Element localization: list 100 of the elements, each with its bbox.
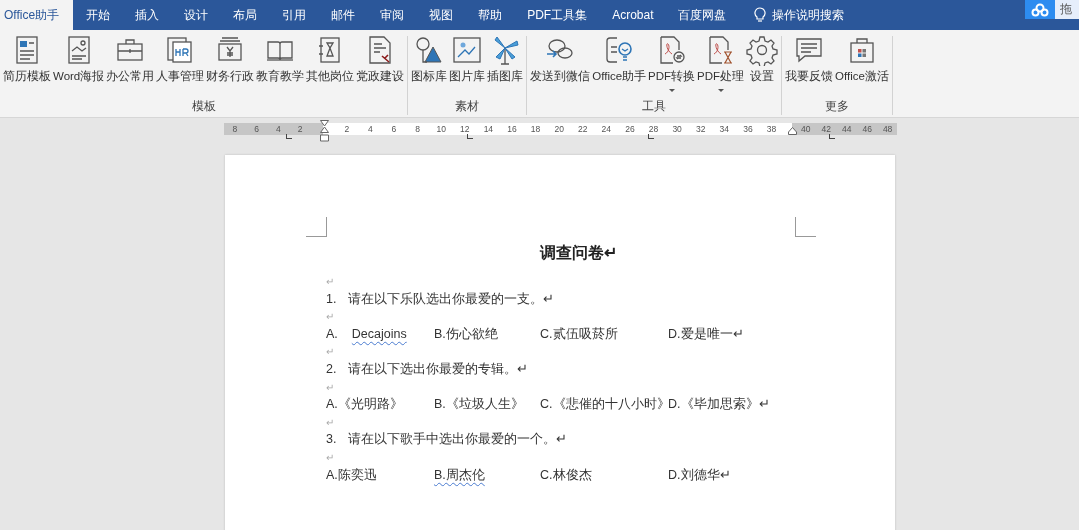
tell-me-search[interactable]: 操作说明搜索	[748, 0, 851, 30]
ribbon-tab[interactable]: 开始	[73, 0, 123, 30]
paragraph-mark: ↵	[326, 276, 334, 287]
group-label: 工具	[642, 99, 667, 114]
question-text: 请在以下歌手中选出你最爱的一个。↵	[348, 431, 568, 449]
ruler-number: 12	[459, 124, 471, 134]
paragraph-mark: ↵	[326, 346, 334, 358]
option-label: A.	[326, 326, 338, 341]
question-number: 1.	[326, 290, 337, 308]
ruler-number: 46	[862, 124, 872, 134]
question-number: 3.	[326, 431, 337, 449]
ruler-number: 6	[253, 124, 260, 134]
question-text: 请在以下乐队选出你最爱的一支。↵	[348, 290, 555, 308]
question-number: 2.	[326, 360, 337, 378]
group-label: 素材	[455, 99, 480, 114]
option-text: C.《悲催的十八小时》	[540, 397, 670, 412]
ruler-number: 8	[231, 124, 239, 134]
ribbon-button[interactable]: 党政建设	[355, 34, 406, 98]
ribbon-button[interactable]: PDF处理	[696, 34, 746, 98]
ribbon-tab[interactable]: 插入	[122, 0, 172, 30]
ruler-number: 18	[529, 124, 542, 134]
ruler-number: 24	[600, 124, 613, 134]
option-text: Decajoins	[351, 326, 407, 341]
option-text: D.爱是唯一↵	[668, 326, 744, 341]
ribbon-tab[interactable]: PDF工具集	[514, 0, 600, 30]
ruler-number: 26	[624, 124, 636, 134]
indent-marker[interactable]	[320, 120, 329, 144]
ribbon-button[interactable]: 其他岗位	[305, 34, 356, 98]
ribbon-tab[interactable]: Acrobat	[599, 0, 666, 30]
settings-icon	[746, 34, 779, 66]
ruler-number: 34	[718, 124, 731, 134]
ruler-number: 4	[275, 124, 282, 134]
cloud-icon	[1031, 2, 1049, 17]
ribbon-button[interactable]: 设置	[745, 34, 780, 98]
ribbon-button[interactable]: 教育教学	[255, 34, 306, 98]
ribbon-tab[interactable]: Office助手	[0, 0, 74, 30]
ribbon-tab[interactable]: 邮件	[318, 0, 368, 30]
option-text: D.《毕加思索》↵	[668, 397, 770, 412]
ribbon-tab[interactable]: 引用	[269, 0, 319, 30]
tab-stop-icon[interactable]	[648, 134, 654, 139]
option-text: C.林俊杰	[540, 467, 592, 482]
ruler-number: 32	[694, 124, 707, 134]
ruler-number: 6	[390, 124, 398, 134]
right-indent-marker[interactable]	[788, 127, 797, 137]
document-title: 调查问卷↵	[540, 243, 617, 263]
ruler-number: 40	[801, 124, 811, 134]
ruler-number: 4	[367, 124, 374, 134]
group-label: 模板	[191, 99, 216, 114]
lightbulb-icon	[754, 7, 767, 23]
ribbon-tab[interactable]: 审阅	[367, 0, 417, 30]
ribbon-button[interactable]: 财务行政	[205, 34, 256, 98]
ruler-number: 36	[742, 124, 754, 134]
ribbon-button[interactable]: Word海报	[52, 34, 106, 98]
ruler-number: 2	[296, 124, 304, 134]
ribbon-button[interactable]: 图标库	[410, 34, 449, 98]
ribbon-button[interactable]: PDF转换	[647, 34, 697, 98]
ruler-number: 28	[647, 124, 660, 134]
ribbon-button[interactable]: 办公常用	[105, 34, 156, 98]
ruler-number: 44	[841, 124, 852, 134]
ruler-number: 10	[435, 124, 447, 134]
ribbon-tab[interactable]: 视图	[416, 0, 466, 30]
picture-icon	[451, 34, 484, 66]
ribbon-button[interactable]: 图片库	[448, 34, 487, 98]
ribbon-button[interactable]: 简历模板	[2, 34, 52, 98]
ribbon-button[interactable]: 发送到微信	[529, 34, 592, 98]
ribbon-button[interactable]: 插图库	[486, 34, 525, 98]
option-text: A.《光明路》	[326, 397, 403, 412]
group-label: 更多	[825, 99, 849, 114]
ruler-number: 16	[506, 124, 518, 134]
ribbon-tab[interactable]: 设计	[171, 0, 221, 30]
option-text: B.伤心欲绝	[434, 326, 498, 341]
paragraph-mark: ↵	[326, 451, 334, 463]
paragraph-mark: ↵	[326, 311, 334, 323]
ruler-number: 42	[821, 124, 831, 134]
question-text: 请在以下选出你最爱的专辑。↵	[348, 360, 529, 378]
ribbon-button[interactable]: 我要反馈	[784, 34, 835, 98]
ribbon-button[interactable]: Office激活	[834, 34, 890, 98]
ruler-number: 38	[765, 124, 778, 134]
option-text: B.《垃圾人生》	[434, 397, 524, 412]
ribbon-tab[interactable]: 布局	[220, 0, 270, 30]
tab-stop-icon[interactable]	[286, 134, 292, 139]
cloud-button[interactable]	[1025, 0, 1055, 19]
ruler-number: 2	[343, 124, 351, 134]
tab-stop-icon[interactable]	[829, 134, 835, 139]
tab-stop-icon[interactable]	[467, 134, 473, 139]
option-text: B.周杰伦	[434, 467, 485, 482]
ruler-number: 22	[577, 124, 589, 134]
ribbon-button[interactable]: 人事管理	[155, 34, 206, 98]
ruler-number: 14	[482, 124, 495, 134]
paragraph-mark: ↵	[326, 381, 334, 393]
option-text: D.刘德华↵	[668, 467, 731, 482]
crop-mark	[795, 217, 816, 237]
paragraph-mark: ↵	[326, 416, 334, 428]
ribbon-tab[interactable]: 百度网盘	[665, 0, 739, 30]
ribbon-tab[interactable]: 帮助	[465, 0, 515, 30]
corner-button[interactable]: 拖	[1055, 0, 1079, 19]
option-text: A.陈奕迅	[326, 467, 377, 482]
ribbon-button[interactable]: Office助手	[591, 34, 648, 98]
ruler-number: 8	[414, 124, 421, 134]
option-text: C.贰伍吸菸所	[540, 326, 618, 341]
